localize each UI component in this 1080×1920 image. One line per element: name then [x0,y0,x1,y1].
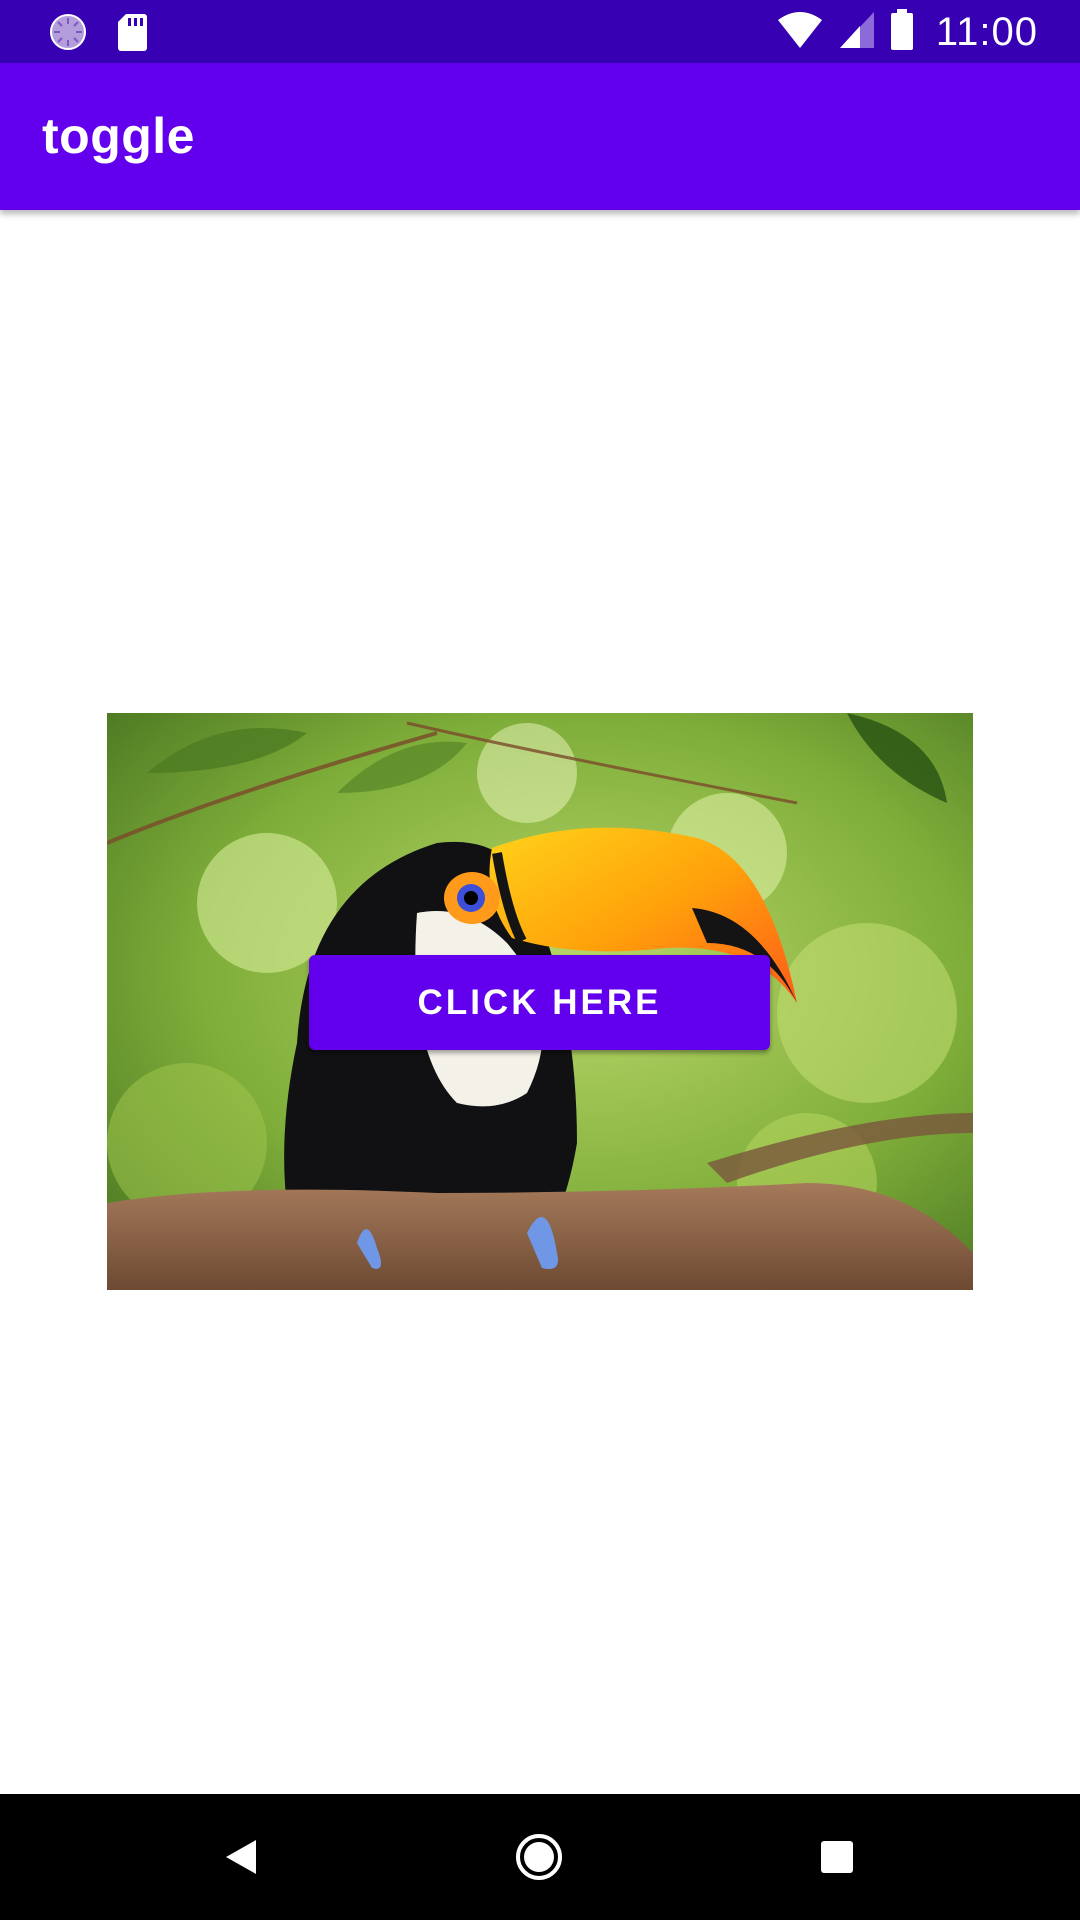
recents-icon[interactable] [807,1827,867,1887]
cell-signal-icon [838,10,876,55]
app-bar: toggle [0,63,1080,210]
status-clock: 11:00 [935,9,1038,54]
back-icon[interactable] [211,1827,271,1887]
status-bar: 11:00 [0,0,1080,63]
sync-icon [48,12,88,57]
wifi-icon [776,10,824,55]
home-icon[interactable] [509,1827,569,1887]
battery-icon [890,8,914,56]
status-right-icons: 11:00 [776,8,1038,56]
navigation-bar [0,1794,1080,1920]
main-content: CLICK HERE [0,210,1080,1794]
app-title: toggle [42,108,195,164]
status-left-icons [48,12,148,57]
sd-card-icon [116,12,148,57]
click-here-button[interactable]: CLICK HERE [309,955,770,1050]
